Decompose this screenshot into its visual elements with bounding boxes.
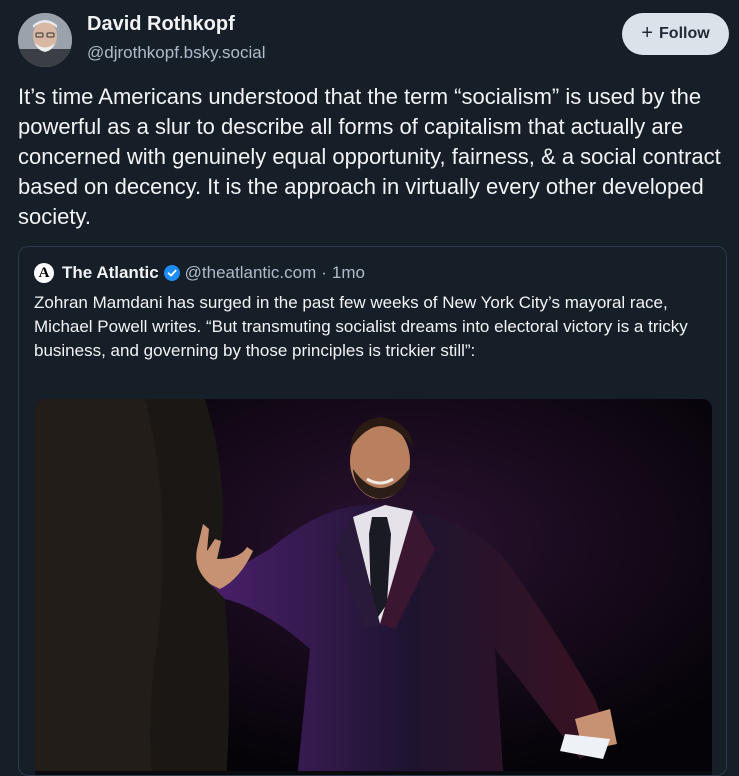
quoted-post[interactable]: A The Atlantic @theatlantic.com · 1mo Zo…	[18, 246, 727, 776]
quoted-post-header: A The Atlantic @theatlantic.com · 1mo	[34, 262, 365, 284]
avatar-photo	[18, 13, 72, 67]
quoted-author-handle[interactable]: @theatlantic.com	[185, 263, 317, 283]
quoted-post-time[interactable]: 1mo	[332, 263, 365, 283]
quoted-author-name[interactable]: The Atlantic	[62, 263, 159, 283]
photo-man-on-stage	[35, 399, 712, 775]
quoted-post-image[interactable]	[35, 399, 712, 775]
follow-button-label: Follow	[659, 25, 710, 42]
author-avatar[interactable]	[18, 13, 72, 67]
follow-button[interactable]: + Follow	[622, 13, 729, 55]
quoted-post-text: Zohran Mamdani has surged in the past fe…	[34, 293, 688, 360]
atlantic-logo-icon: A	[34, 263, 54, 283]
post-text: It’s time Americans understood that the …	[18, 84, 721, 229]
post: David Rothkopf @djrothkopf.bsky.social +…	[0, 0, 739, 776]
verified-badge-icon	[163, 265, 180, 281]
author-handle[interactable]: @djrothkopf.bsky.social	[87, 43, 266, 63]
plus-icon: +	[641, 22, 654, 44]
separator-dot: ·	[321, 263, 327, 282]
author-name[interactable]: David Rothkopf	[87, 13, 235, 36]
